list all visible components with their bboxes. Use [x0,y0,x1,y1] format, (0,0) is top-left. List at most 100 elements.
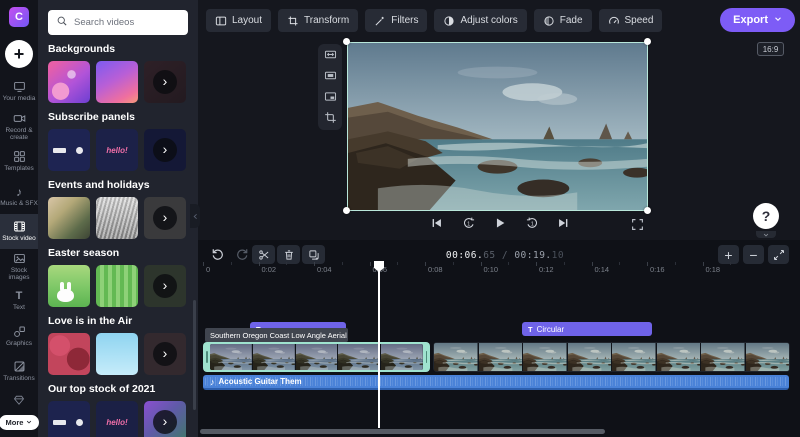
timeline-scrollbar[interactable] [200,429,605,434]
stock-thumb[interactable] [48,401,90,437]
ruler-minor-tick [564,262,565,265]
play-button[interactable] [493,216,507,233]
stock-thumb[interactable]: hello! [96,401,138,437]
stock-thumb[interactable] [48,197,90,239]
forward-1s-button[interactable]: 1 [525,216,539,233]
panel-collapse-handle[interactable] [190,204,200,228]
sidebar-item-text[interactable]: TText [0,284,38,319]
chevron-right-icon: › [153,274,177,298]
skip-to-start-button[interactable] [430,216,444,233]
search-input[interactable]: Search videos [48,10,188,35]
picture-in-picture-button[interactable] [321,90,339,105]
stock-thumb[interactable] [96,333,138,375]
stock-thumb[interactable] [48,129,90,171]
section-title: Love is in the Air [48,315,188,328]
video-clip[interactable] [433,342,790,372]
skip-to-end-button[interactable] [556,216,570,233]
chevron-down-icon [26,418,32,427]
selection-handle-top-left[interactable] [343,38,350,45]
ruler-tick-label: 0:14 [595,265,610,274]
selection-handle-bottom-right[interactable] [644,207,651,214]
music-note-icon: ♪ [210,377,215,387]
fullscreen-icon[interactable] [631,218,644,234]
stock-thumb[interactable]: hello! [96,129,138,171]
collapse-preview-tab[interactable] [756,231,776,238]
text-icon: T [528,325,533,334]
stock-thumb[interactable] [48,265,90,307]
aspect-ratio-badge[interactable]: 16:9 [757,42,784,56]
chevron-down-icon [774,14,782,26]
fit-button[interactable] [321,48,339,63]
chevron-right-icon: › [153,410,177,434]
sidebar-item-transitions[interactable]: Transitions [0,354,38,389]
speed-icon [608,15,620,27]
stock-thumb[interactable] [96,197,138,239]
sidebar-item-stock-video[interactable]: Stock video [0,214,38,249]
thumb-row: hello! › [48,401,188,437]
transform-button[interactable]: Transform [278,9,358,32]
see-more-thumb[interactable]: › [144,265,186,307]
toolbar-button-label: Adjust colors [460,15,517,26]
edit-toolbar: Layout Transform Filters Adjust colors Fade S… [206,9,662,32]
current-time: 00:06. [446,250,483,261]
speed-button[interactable]: Speed [599,9,663,32]
whats-new-icon[interactable] [13,393,25,411]
ruler-tick [203,262,204,266]
more-button[interactable]: More [0,415,39,430]
sidebar-item-music-sfx[interactable]: ♪Music & SFX [0,179,38,214]
sidebar-item-your-media[interactable]: Your media [0,74,38,109]
stock-thumb[interactable] [96,61,138,103]
toolbar-button-label: Layout [232,15,262,26]
chevron-right-icon: › [153,206,177,230]
filters-button[interactable]: Filters [365,9,427,32]
export-button[interactable]: Export [720,8,795,32]
toolbar-button-label: Transform [304,15,349,26]
see-more-thumb[interactable]: › [144,401,186,437]
film-icon [13,220,26,233]
sidebar-item-templates[interactable]: Templates [0,144,38,179]
video-preview[interactable] [347,42,648,211]
stock-thumb[interactable] [96,265,138,307]
timeline-ruler[interactable]: 00:020:040:060:080:100:120:140:160:18 [198,262,800,278]
see-more-thumb[interactable]: › [144,197,186,239]
clip-tooltip: Southern Oregon Coast Low Angle Aerial O… [205,328,348,342]
sidebar-item-graphics[interactable]: Graphics [0,319,38,354]
video-clip-selected[interactable] [203,342,430,372]
ruler-minor-tick [619,262,620,265]
thumb-row: › [48,333,188,375]
timeline: 00:06.65 / 00:19.10 + − 00:020:040:060:0… [198,240,800,437]
rewind-1s-button[interactable]: 1 [462,216,476,233]
fill-button[interactable] [321,69,339,84]
ruler-tick [370,262,371,266]
audio-clip[interactable]: ♪ Acoustic Guitar Them [203,375,789,390]
crop-button[interactable] [321,111,339,126]
chevron-right-icon: › [153,342,177,366]
see-more-thumb[interactable]: › [144,61,186,103]
thumb-text: hello! [96,129,138,171]
fade-icon [543,15,555,27]
ruler-minor-tick [508,262,509,265]
adjust-colors-button[interactable]: Adjust colors [434,9,526,32]
clipchamp-logo[interactable]: C [9,7,29,27]
see-more-thumb[interactable]: › [144,129,186,171]
panel-scrollbar[interactable] [193,300,196,410]
sidebar-item-stock-images[interactable]: Stock images [0,249,38,284]
help-button[interactable]: ? [753,203,779,229]
ruler-minor-tick [453,262,454,265]
sidebar-item-record-create[interactable]: Record & create [0,109,38,144]
add-media-button[interactable]: + [5,40,33,68]
sidebar-nav: Your mediaRecord & createTemplates♪Music… [0,74,38,389]
selection-handle-bottom-left[interactable] [343,207,350,214]
see-more-thumb[interactable]: › [144,333,186,375]
stock-thumb[interactable] [48,333,90,375]
playhead-line[interactable] [378,262,380,428]
current-time-frames: 65 [483,250,495,261]
selection-handle-top-right[interactable] [644,38,651,45]
svg-text:1: 1 [467,221,470,227]
stock-thumb[interactable] [48,61,90,103]
fade-button[interactable]: Fade [534,9,592,32]
section-title: Events and holidays [48,179,188,192]
layout-button[interactable]: Layout [206,9,271,32]
export-label: Export [733,14,768,26]
text-clip-circular[interactable]: T Circular [522,322,652,336]
